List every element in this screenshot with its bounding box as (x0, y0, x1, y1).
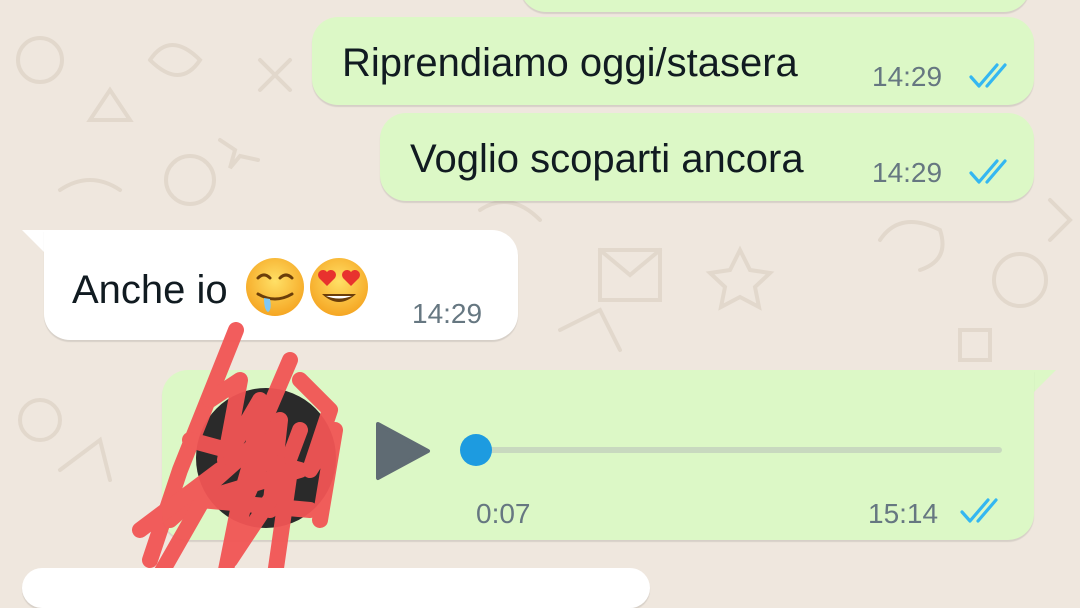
heart-eyes-face-icon (310, 258, 368, 316)
read-receipt-icon (969, 159, 1007, 184)
message-time: 14:29 (872, 61, 943, 92)
outgoing-message-bubble[interactable]: Riprendiamo oggi/stasera 14:29 (312, 17, 1034, 105)
play-icon[interactable] (372, 420, 432, 482)
message-time: 14:29 (872, 157, 943, 188)
message-time: 15:14 (868, 498, 939, 529)
message-text: Anche io (72, 268, 228, 312)
read-receipt-icon (960, 498, 998, 523)
read-receipt-icon (969, 63, 1007, 88)
message-text: Riprendiamo oggi/stasera (342, 41, 798, 85)
message-bubble-partial (22, 568, 650, 608)
message-time: 14:29 (412, 298, 483, 329)
voice-note-seek-handle[interactable] (460, 434, 492, 466)
message-text: Voglio scoparti ancora (410, 137, 804, 181)
voice-note-duration: 0:07 (476, 498, 531, 529)
avatar (196, 388, 336, 528)
outgoing-message-bubble[interactable]: Voglio scoparti ancora 14:29 (380, 113, 1034, 201)
voice-note-progress-track[interactable] (476, 447, 1002, 453)
drooling-face-icon (246, 258, 304, 316)
message-bubble-partial (520, 0, 1030, 12)
incoming-message-bubble[interactable]: Anche io 14:29 (44, 230, 518, 340)
